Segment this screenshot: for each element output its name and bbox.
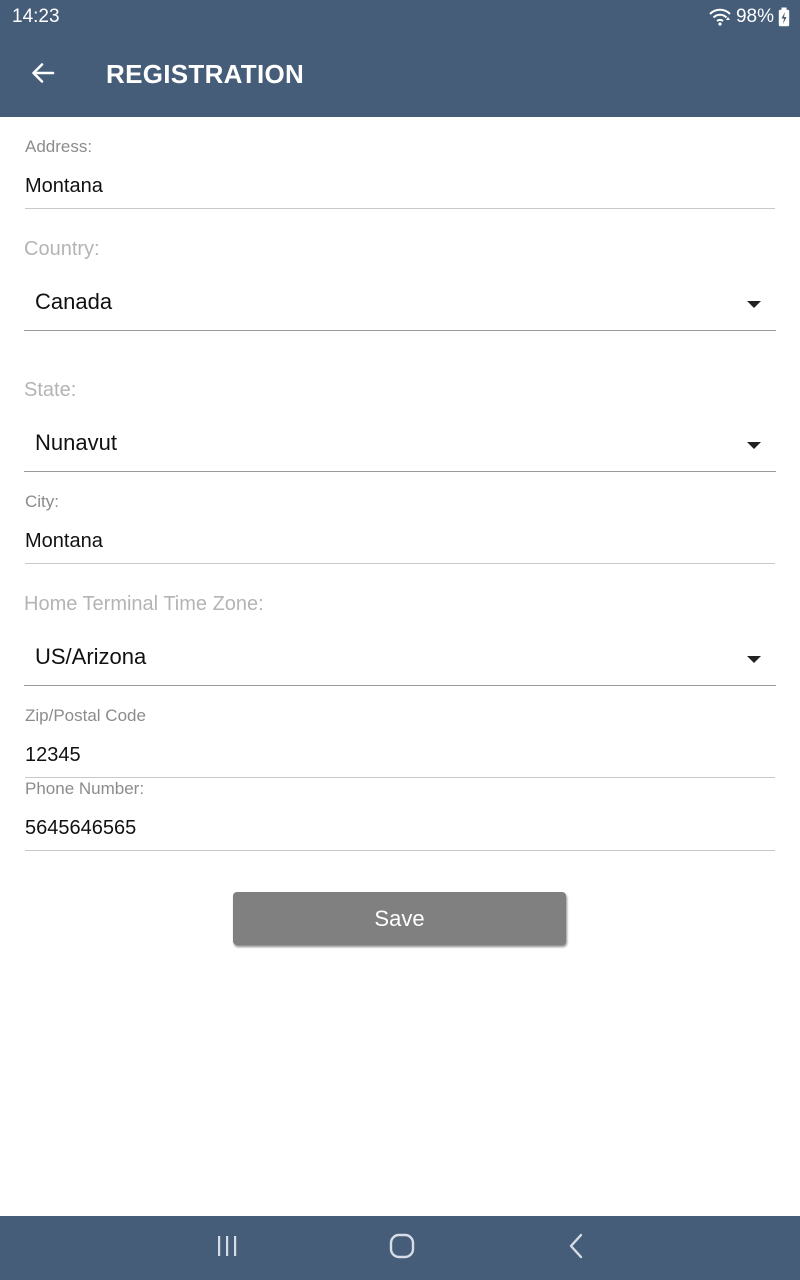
timezone-select[interactable]: US/Arizona bbox=[24, 636, 776, 686]
home-icon bbox=[389, 1233, 415, 1264]
state-select[interactable]: Nunavut bbox=[24, 422, 776, 472]
country-label: Country: bbox=[24, 238, 100, 260]
registration-screen: 14:23 98% REGISTRATION Address: Montana … bbox=[0, 0, 800, 1280]
battery-percent: 98% bbox=[735, 6, 774, 27]
system-nav-bar bbox=[0, 1216, 800, 1280]
recent-apps-icon bbox=[215, 1235, 239, 1262]
country-select[interactable]: Canada bbox=[24, 281, 776, 331]
save-button[interactable]: Save bbox=[233, 892, 566, 945]
status-time: 14:23 bbox=[12, 6, 60, 27]
chevron-down-icon bbox=[747, 442, 761, 449]
arrow-left-icon bbox=[31, 62, 55, 89]
recent-apps-button[interactable] bbox=[207, 1232, 247, 1264]
phone-label: Phone Number: bbox=[25, 779, 145, 798]
phone-field[interactable] bbox=[25, 811, 775, 851]
address-field[interactable] bbox=[25, 169, 775, 209]
chevron-down-icon bbox=[747, 656, 761, 663]
city-label: City: bbox=[25, 492, 59, 511]
timezone-selected-value: US/Arizona bbox=[35, 644, 147, 669]
nav-back-button[interactable] bbox=[557, 1232, 597, 1264]
city-field[interactable] bbox=[25, 524, 775, 564]
top-bar: 14:23 98% REGISTRATION bbox=[0, 0, 800, 117]
status-indicators: 98% bbox=[708, 5, 790, 29]
state-label: State: bbox=[24, 379, 77, 401]
wifi-icon bbox=[708, 7, 732, 27]
address-label: Address: bbox=[25, 137, 93, 156]
chevron-down-icon bbox=[747, 301, 761, 308]
home-button[interactable] bbox=[382, 1232, 422, 1264]
page-title: REGISTRATION bbox=[106, 59, 305, 89]
back-button[interactable] bbox=[22, 54, 64, 96]
country-selected-value: Canada bbox=[35, 289, 113, 314]
zip-field[interactable] bbox=[25, 738, 775, 778]
back-icon bbox=[567, 1233, 587, 1264]
battery-charging-icon bbox=[778, 7, 790, 27]
timezone-label: Home Terminal Time Zone: bbox=[24, 593, 264, 615]
state-selected-value: Nunavut bbox=[35, 430, 117, 455]
zip-label: Zip/Postal Code bbox=[25, 706, 146, 725]
